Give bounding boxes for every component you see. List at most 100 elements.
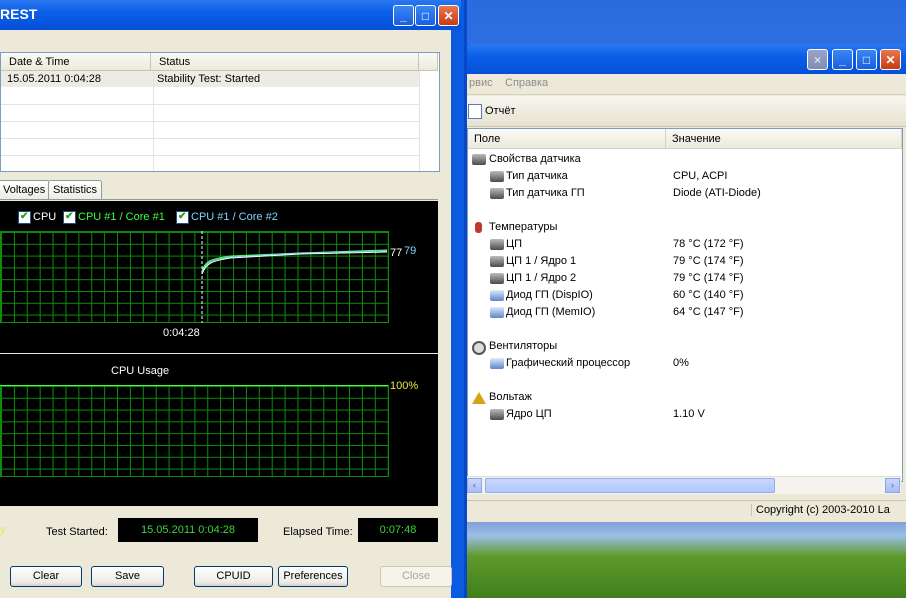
elapsed-time-value: 0:07:48 [358,518,438,542]
cpu-usage-line [0,385,388,386]
legend-core-1[interactable]: CPU #1 / Core #1 [63,210,165,224]
cpu-icon [490,256,504,267]
sensor-value: 0% [673,357,689,369]
event-datetime: 15.05.2011 0:04:28 [7,73,101,85]
elapsed-time-label: Elapsed Time: [283,526,353,538]
scroll-thumb[interactable] [485,478,775,493]
sensor-label: Свойства датчика [489,153,581,165]
sensor-row[interactable]: Тип датчика CPU, ACPI [468,168,902,185]
clear-button[interactable]: Clear [10,566,82,587]
sensor-row[interactable]: ЦП 78 °C (172 °F) [468,236,902,253]
report-button[interactable]: Отчёт [467,102,515,120]
sensor-window: × _ □ ✕ рвис Справка Отчёт Поле Значение… [462,44,906,522]
window-title: REST [0,6,38,22]
checkbox-icon [18,210,31,224]
maximize-button[interactable]: □ [856,49,877,70]
column-header-value[interactable]: Значение [666,129,902,149]
sensor-label: Диод ГП (DispIO) [506,289,593,301]
sensor-row[interactable]: Графический процессор 0% [468,355,902,372]
cpu-usage-value: 100% [390,380,419,392]
close-button[interactable]: ✕ [880,49,901,70]
gpu-icon [490,290,504,301]
row-divider [1,104,419,105]
gpu-icon [490,358,504,369]
copyright-text: Copyright (c) 2003-2010 La [751,504,890,516]
sensor-row[interactable]: Ядро ЦП 1.10 V [468,406,902,423]
sensor-row[interactable]: Диод ГП (MemIO) 64 °C (147 °F) [468,304,902,321]
sensor-value: 79 °C (174 °F) [673,272,744,284]
sensor-row[interactable]: Диод ГП (DispIO) 60 °C (140 °F) [468,287,902,304]
cpu-end-value: 77 [390,247,403,259]
sensor-row[interactable]: Температуры [468,219,902,236]
cpu-line [201,251,388,275]
horizontal-scrollbar[interactable]: ‹ › [467,476,901,494]
cpu-usage-graph: CPU Usage 100% [0,354,438,506]
menu-bar: рвис Справка [465,74,906,95]
sensor-value: CPU, ACPI [673,170,728,182]
stability-window-titlebar[interactable]: REST _ □ ✕ [0,0,461,30]
column-divider [153,71,154,171]
time-marker-label: 0:04:28 [163,327,200,339]
sensor-label: ЦП 1 / Ядро 2 [506,272,577,284]
tab-border [0,199,438,200]
sensor-label: Вентиляторы [489,340,558,352]
column-divider [419,71,420,171]
tab-voltages[interactable]: Voltages [0,180,51,200]
sensor-value: 1.10 V [673,408,705,420]
sensor-label: ЦП [506,238,523,250]
sensor-label: ЦП 1 / Ядро 1 [506,255,577,267]
fan-icon [472,341,486,355]
maximize-button[interactable]: □ [415,5,436,26]
scroll-right-button[interactable]: › [885,478,900,493]
legend-cpu[interactable]: CPU [18,210,56,224]
menu-service[interactable]: рвис [469,77,493,89]
column-header-datetime[interactable]: Date & Time [1,53,151,71]
sensor-row[interactable]: ЦП 1 / Ядро 2 79 °C (174 °F) [468,270,902,287]
stability-test-window: REST _ □ ✕ Date & Time Status 15.05.2011… [0,0,467,598]
temperature-graph: CPU CPU #1 / Core #1 CPU #1 / Core #2 77… [0,201,438,353]
event-status: Stability Test: Started [157,73,261,85]
cpu-icon [490,273,504,284]
sensor-row[interactable]: Вольтаж [468,389,902,406]
legend-core-1-label: CPU #1 / Core #1 [78,211,165,223]
column-header-status[interactable]: Status [151,53,419,71]
sensor-row[interactable]: Вентиляторы [468,338,902,355]
row-divider [1,155,419,156]
close-button[interactable]: ✕ [438,5,459,26]
status-fragment: y [0,518,6,542]
chip-icon [490,188,504,199]
menu-help[interactable]: Справка [505,77,548,89]
chip-icon [490,171,504,182]
sensor-value: 78 °C (172 °F) [673,238,744,250]
column-header-field[interactable]: Поле [468,129,666,149]
row-divider [1,121,419,122]
table-row-selected[interactable]: 15.05.2011 0:04:28 Stability Test: Start… [1,71,419,87]
gpu-icon [490,307,504,318]
sensor-list: Поле Значение Свойства датчика Тип датчик… [467,128,903,482]
sensor-row[interactable]: Тип датчика ГП Diode (ATI-Diode) [468,185,902,202]
preferences-button[interactable]: Preferences [278,566,348,587]
sensor-window-titlebar[interactable]: × _ □ ✕ [465,44,906,74]
sensor-row[interactable]: ЦП 1 / Ядро 1 79 °C (174 °F) [468,253,902,270]
cpuid-button[interactable]: CPUID [194,566,273,587]
legend-core-2[interactable]: CPU #1 / Core #2 [176,210,278,224]
sensor-label: Графический процессор [506,357,631,369]
cpu-icon [490,409,504,420]
save-button[interactable]: Save [91,566,164,587]
scroll-left-button[interactable]: ‹ [467,478,482,493]
sensor-value: Diode (ATI-Diode) [673,187,761,199]
checkbox-icon [176,210,189,224]
minimize-button[interactable]: _ [832,49,853,70]
cpu-icon [490,239,504,250]
temperature-curves [201,231,388,323]
legend-core-2-label: CPU #1 / Core #2 [191,211,278,223]
tab-statistics[interactable]: Statistics [48,180,103,200]
sensor-row[interactable]: Свойства датчика [468,151,902,168]
sensor-chip-icon [472,154,486,165]
close-dialog-button: Close [380,566,452,587]
sensor-label: Вольтаж [489,391,532,403]
minimize-button[interactable]: _ [393,5,414,26]
test-started-label: Test Started: [46,526,108,538]
event-table: Date & Time Status 15.05.2011 0:04:28 St… [0,52,440,172]
core-end-value: 79 [404,245,417,257]
